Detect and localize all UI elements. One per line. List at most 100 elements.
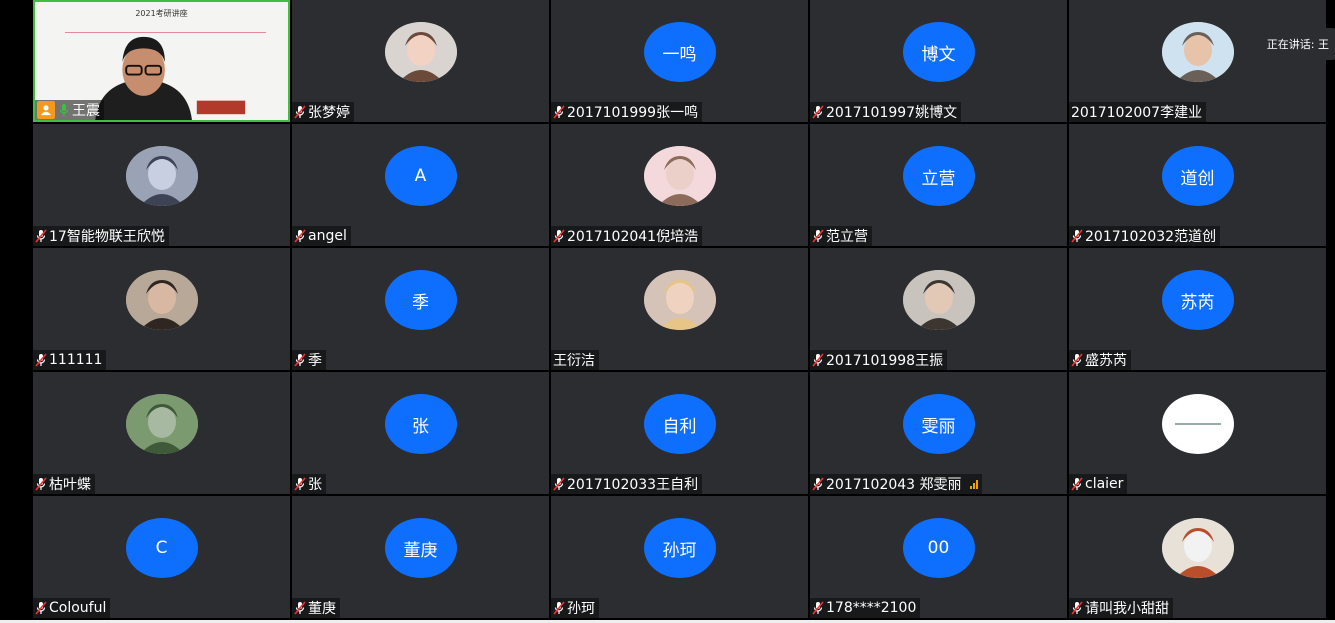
participant-tile[interactable]: Aangel bbox=[292, 124, 549, 246]
participant-name: 17智能物联王欣悦 bbox=[49, 229, 165, 245]
mic-muted-icon bbox=[35, 229, 47, 243]
participant-avatar bbox=[1161, 394, 1234, 454]
participant-tile[interactable]: 2021考研讲座 王震 bbox=[33, 0, 290, 122]
participant-tile[interactable]: 请叫我小甜甜 bbox=[1069, 496, 1326, 618]
mic-muted-icon bbox=[812, 477, 824, 491]
participant-tile[interactable]: 雯丽 2017102043 郑雯丽 bbox=[810, 372, 1067, 494]
participant-avatar-photo bbox=[125, 270, 198, 330]
participant-nameplate: 111111 bbox=[33, 350, 107, 370]
participant-nameplate: 枯叶蝶 bbox=[33, 474, 95, 494]
participant-avatar-photo bbox=[1161, 518, 1234, 578]
participant-tile[interactable]: 孙珂 孙珂 bbox=[551, 496, 808, 618]
participant-tile[interactable]: 董庚 董庚 bbox=[292, 496, 549, 618]
participant-tile[interactable]: 张梦婷 bbox=[292, 0, 549, 122]
participant-name: 2017102043 郑雯丽 bbox=[826, 477, 962, 493]
participant-name: 盛苏芮 bbox=[1085, 353, 1127, 369]
participant-name: 2017102041倪培浩 bbox=[567, 229, 699, 245]
participant-nameplate: 2017102041倪培浩 bbox=[551, 226, 703, 246]
participant-tile[interactable]: 枯叶蝶 bbox=[33, 372, 290, 494]
participant-name: 季 bbox=[308, 353, 322, 369]
participant-tile[interactable]: 张张 bbox=[292, 372, 549, 494]
participant-nameplate: 请叫我小甜甜 bbox=[1069, 598, 1173, 618]
mic-muted-icon bbox=[812, 229, 824, 243]
participant-avatar-photo bbox=[125, 394, 198, 454]
mic-muted-icon bbox=[553, 229, 565, 243]
mic-muted-icon bbox=[294, 229, 306, 243]
participant-avatar-photo bbox=[643, 270, 716, 330]
participant-name: 范立营 bbox=[826, 229, 868, 245]
mic-muted-icon bbox=[812, 105, 824, 119]
participant-tile[interactable]: 00 178****2100 bbox=[810, 496, 1067, 618]
participant-nameplate: 17智能物联王欣悦 bbox=[33, 226, 169, 246]
mic-muted-icon bbox=[294, 601, 306, 615]
mic-muted-icon bbox=[1071, 229, 1083, 243]
mic-muted-icon bbox=[1071, 353, 1083, 367]
participant-avatar: A bbox=[384, 146, 457, 206]
participant-nameplate: 王震 bbox=[35, 100, 104, 120]
participant-tile[interactable]: 111111 bbox=[33, 248, 290, 370]
participant-name: 2017102032范道创 bbox=[1085, 229, 1217, 245]
participant-nameplate: 2017101999张一鸣 bbox=[551, 102, 703, 122]
mic-muted-icon bbox=[553, 105, 565, 119]
mic-muted-icon bbox=[812, 353, 824, 367]
participant-tile[interactable]: 季季 bbox=[292, 248, 549, 370]
participant-name: claier bbox=[1085, 476, 1124, 492]
participant-avatar-photo bbox=[902, 270, 975, 330]
participant-name: 2017101999张一鸣 bbox=[567, 105, 699, 121]
signal-strength-icon bbox=[969, 479, 978, 489]
participant-avatar: C bbox=[125, 518, 198, 578]
participant-tile[interactable]: C Colouful bbox=[33, 496, 290, 618]
participant-tile[interactable]: 苏芮 盛苏芮 bbox=[1069, 248, 1326, 370]
participant-nameplate: 2017102007李建业 bbox=[1069, 102, 1207, 122]
participant-nameplate: Colouful bbox=[33, 598, 111, 618]
mic-muted-icon bbox=[35, 477, 47, 491]
participant-nameplate: 范立营 bbox=[810, 226, 872, 246]
participant-name: 董庚 bbox=[308, 601, 336, 617]
participant-avatar: 雯丽 bbox=[902, 394, 975, 454]
participant-nameplate: 张 bbox=[292, 474, 326, 494]
participant-avatar: 自利 bbox=[643, 394, 716, 454]
participant-name: 2017102007李建业 bbox=[1071, 105, 1203, 121]
participant-nameplate: 2017102043 郑雯丽 bbox=[810, 474, 982, 494]
mic-on-icon bbox=[58, 103, 70, 117]
active-speaker-tooltip: 正在讲话: 王 bbox=[1254, 28, 1335, 60]
participant-tile[interactable]: 自利 2017102033王自利 bbox=[551, 372, 808, 494]
participant-avatar: 董庚 bbox=[384, 518, 457, 578]
participant-avatar: 一鸣 bbox=[643, 22, 716, 82]
mic-muted-icon bbox=[1071, 601, 1083, 615]
participant-name: 孙珂 bbox=[567, 601, 595, 617]
participant-name: angel bbox=[308, 228, 347, 244]
participant-name: 2017101997姚博文 bbox=[826, 105, 958, 121]
participant-avatar: 00 bbox=[902, 518, 975, 578]
participant-avatar: 博文 bbox=[902, 22, 975, 82]
participant-tile[interactable]: claier bbox=[1069, 372, 1326, 494]
participant-name: 张 bbox=[308, 477, 322, 493]
participant-name: 枯叶蝶 bbox=[49, 477, 91, 493]
participant-tile[interactable]: 王衍洁 bbox=[551, 248, 808, 370]
mic-muted-icon bbox=[35, 353, 47, 367]
participant-tile[interactable]: 2017101998王振 bbox=[810, 248, 1067, 370]
participant-nameplate: angel bbox=[292, 226, 351, 246]
host-user-icon bbox=[37, 101, 55, 119]
participant-nameplate: 2017102033王自利 bbox=[551, 474, 703, 494]
participant-tile[interactable]: 2017102041倪培浩 bbox=[551, 124, 808, 246]
participant-tile[interactable]: 博文 2017101997姚博文 bbox=[810, 0, 1067, 122]
participant-tile[interactable]: 17智能物联王欣悦 bbox=[33, 124, 290, 246]
participant-name: 2017101998王振 bbox=[826, 353, 944, 369]
participant-name: 178****2100 bbox=[826, 600, 917, 616]
participant-nameplate: 董庚 bbox=[292, 598, 340, 618]
participant-tile[interactable]: 一鸣 2017101999张一鸣 bbox=[551, 0, 808, 122]
participant-nameplate: 王衍洁 bbox=[551, 350, 599, 370]
participant-avatar: 道创 bbox=[1161, 146, 1234, 206]
participant-name: 请叫我小甜甜 bbox=[1085, 601, 1169, 617]
participant-tile[interactable]: 2017102007李建业 bbox=[1069, 0, 1326, 122]
participant-nameplate: 2017101998王振 bbox=[810, 350, 948, 370]
participant-tile[interactable]: 道创 2017102032范道创 bbox=[1069, 124, 1326, 246]
participant-nameplate: 2017102032范道创 bbox=[1069, 226, 1221, 246]
mic-muted-icon bbox=[1071, 477, 1083, 491]
mic-muted-icon bbox=[553, 477, 565, 491]
participant-tile[interactable]: 立营 范立营 bbox=[810, 124, 1067, 246]
participant-grid: 2021考研讲座 王震 张梦婷 一鸣 2017101999张一鸣 博文 2017101997… bbox=[33, 0, 1335, 620]
participant-avatar-photo bbox=[1161, 22, 1234, 82]
mic-muted-icon bbox=[812, 601, 824, 615]
